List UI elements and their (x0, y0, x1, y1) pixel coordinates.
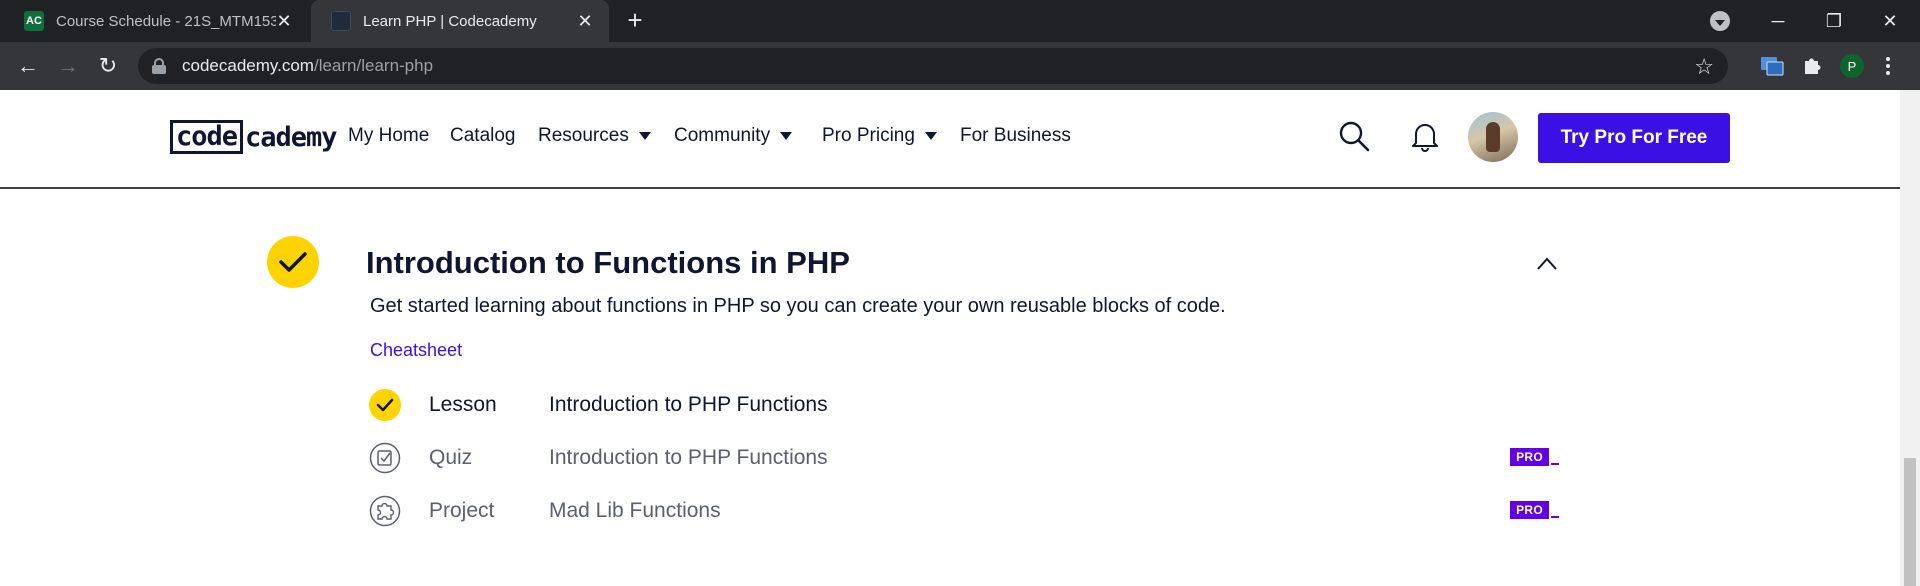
pro-badge-label: PRO (1510, 448, 1549, 466)
module-description: Get started learning about functions in … (370, 295, 1226, 317)
close-tab-icon[interactable]: ✕ (274, 11, 294, 31)
pro-badge: PRO (1510, 448, 1559, 466)
nav-label: Resources (538, 125, 629, 146)
quiz-icon (369, 442, 401, 474)
url-path: /learn/learn-php (313, 56, 434, 75)
nav-label: Community (674, 125, 771, 146)
item-name: Mad Lib Functions (549, 499, 721, 522)
tab-title: Learn PHP | Codecademy (363, 12, 537, 30)
chevron-up-icon[interactable] (1536, 255, 1558, 271)
reload-icon[interactable]: ↻ (94, 52, 122, 80)
list-item-quiz[interactable]: Quiz Introduction to PHP Functions PRO (369, 442, 1559, 474)
nav-catalog[interactable]: Catalog (450, 125, 516, 147)
restore-button[interactable]: ❐ (1806, 0, 1862, 42)
pro-badge-label: PRO (1510, 501, 1549, 519)
tab-title: Course Schedule - 21S_MTM153 (56, 12, 276, 30)
try-pro-button[interactable]: Try Pro For Free (1538, 113, 1730, 163)
list-item-project[interactable]: Project Mad Lib Functions PRO (369, 495, 1559, 527)
new-tab-button[interactable]: + (622, 7, 648, 34)
scrollbar-thumb[interactable] (1904, 458, 1916, 586)
codecademy-header: code cademy My Home Catalog Resources Com… (0, 90, 1900, 189)
browser-tab-strip: AC Course Schedule - 21S_MTM153 ✕ Learn … (0, 0, 1920, 42)
nav-label: My Home (348, 125, 430, 146)
page-scrollbar[interactable] (1900, 90, 1920, 586)
profile-avatar[interactable]: P (1840, 54, 1864, 78)
caret-down-icon (638, 132, 651, 140)
module-completed-badge (267, 236, 319, 288)
item-type: Lesson (429, 393, 497, 416)
nav-resources[interactable]: Resources (538, 125, 651, 147)
nav-pro-pricing[interactable]: Pro Pricing (822, 125, 937, 147)
item-type: Quiz (429, 446, 473, 469)
check-icon (279, 252, 307, 272)
item-name: Introduction to PHP Functions (549, 393, 828, 416)
caret-down-icon (780, 132, 793, 140)
address-bar[interactable]: codecademy.com /learn/learn-php ☆ (138, 48, 1728, 84)
project-puzzle-icon (369, 495, 401, 527)
item-name: Introduction to PHP Functions (549, 446, 828, 469)
list-item-lesson[interactable]: Lesson Introduction to PHP Functions (369, 389, 1559, 421)
caret-down-icon (924, 132, 937, 140)
minimize-button[interactable]: ─ (1750, 0, 1806, 42)
back-arrow-icon[interactable]: ← (14, 52, 42, 80)
item-type: Project (429, 499, 495, 522)
module-title: Introduction to Functions in PHP (366, 245, 850, 280)
search-icon[interactable] (1338, 120, 1370, 152)
check-icon (369, 389, 401, 421)
codecademy-logo[interactable]: code cademy (170, 120, 338, 154)
ac-favicon-icon: AC (24, 11, 44, 31)
pro-badge: PRO (1510, 501, 1559, 519)
logo-boxed-text: code (170, 120, 244, 154)
forward-arrow-icon[interactable]: → (54, 52, 82, 80)
nav-community[interactable]: Community (674, 125, 793, 147)
puzzle-extensions-icon[interactable] (1798, 52, 1826, 80)
tab-learn-php[interactable]: Learn PHP | Codecademy ✕ (311, 0, 609, 42)
close-tab-icon[interactable]: ✕ (575, 11, 595, 31)
url-host: codecademy.com (182, 56, 314, 75)
nav-label: Catalog (450, 125, 516, 146)
nav-my-home[interactable]: My Home (348, 125, 429, 147)
chrome-menu-icon[interactable] (1883, 54, 1893, 78)
tab-search-icon[interactable] (1710, 11, 1730, 31)
codecademy-favicon-icon (331, 11, 351, 31)
browser-toolbar: ← → ↻ codecademy.com /learn/learn-php ☆ … (0, 42, 1920, 90)
user-avatar[interactable] (1468, 112, 1518, 162)
lock-icon (152, 58, 166, 74)
page-content: code cademy My Home Catalog Resources Com… (0, 90, 1900, 586)
extension-icon[interactable] (1758, 52, 1786, 80)
bookmark-star-icon[interactable]: ☆ (1694, 54, 1714, 80)
tab-course-schedule[interactable]: AC Course Schedule - 21S_MTM153 ✕ (0, 0, 308, 42)
nav-for-business[interactable]: For Business (960, 125, 1071, 147)
nav-label: Pro Pricing (822, 125, 915, 146)
close-window-button[interactable]: ✕ (1862, 0, 1918, 42)
nav-label: For Business (960, 125, 1071, 146)
bell-notifications-icon[interactable] (1410, 120, 1440, 152)
logo-rest-text: cademy (245, 121, 338, 153)
cheatsheet-link[interactable]: Cheatsheet (370, 340, 462, 361)
